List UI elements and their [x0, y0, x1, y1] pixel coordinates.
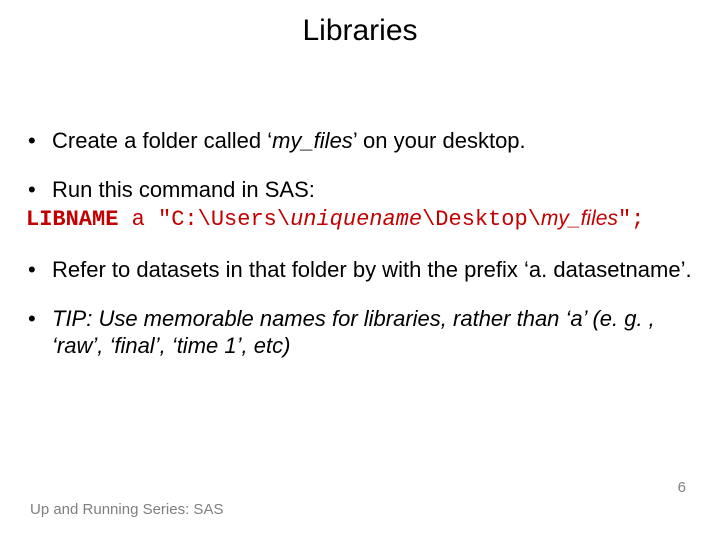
code-fragment: "C:\Users\: [158, 207, 290, 232]
bullet-dot: •: [26, 257, 52, 284]
page-number: 6: [678, 479, 686, 496]
bullet-tip: • TIP: Use memorable names for libraries…: [26, 306, 694, 360]
code-emphasis: my_files: [541, 207, 618, 230]
bullet-text: Create a folder called ‘my_files’ on you…: [52, 128, 694, 155]
code-fragment: \Desktop\: [422, 207, 541, 232]
bullet-text: TIP: Use memorable names for libraries, …: [52, 306, 694, 360]
bullet-dot: •: [26, 306, 52, 360]
code-keyword: LIBNAME: [26, 207, 118, 232]
bullet-dot: •: [26, 128, 52, 155]
code-fragment: a: [118, 207, 158, 232]
code-fragment: ";: [618, 207, 644, 232]
bullet-run-command: • Run this command in SAS:: [26, 177, 694, 204]
bullet-dot: •: [26, 177, 52, 204]
text-fragment: ’ on your desktop.: [353, 128, 526, 153]
slide-title: Libraries: [0, 14, 720, 48]
text-fragment: Create a folder called ‘: [52, 128, 272, 153]
bullet-text: Run this command in SAS:: [52, 177, 694, 204]
bullet-create-folder: • Create a folder called ‘my_files’ on y…: [26, 128, 694, 155]
bullet-text: Refer to datasets in that folder by with…: [52, 257, 694, 284]
slide-body: • Create a folder called ‘my_files’ on y…: [26, 128, 694, 382]
bullet-refer-datasets: • Refer to datasets in that folder by wi…: [26, 257, 694, 284]
code-line: LIBNAME a "C:\Users\uniquename\Desktop\m…: [26, 206, 694, 234]
text-emphasis: my_files: [272, 128, 353, 153]
slide: Libraries • Create a folder called ‘my_f…: [0, 0, 720, 540]
code-placeholder: uniquename: [290, 207, 422, 232]
footer-text: Up and Running Series: SAS: [30, 501, 223, 518]
